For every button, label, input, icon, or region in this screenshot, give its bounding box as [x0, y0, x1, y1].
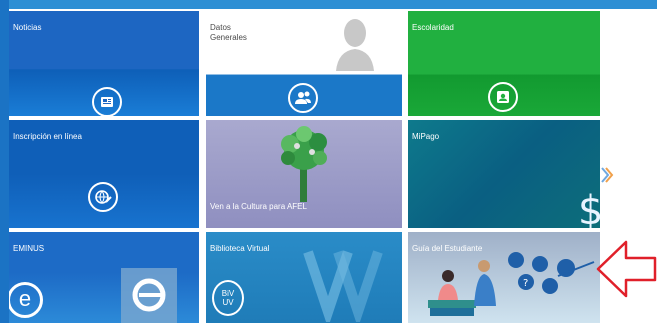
tile-mipago[interactable]: MiPago $: [408, 120, 600, 228]
tile-title: Biblioteca Virtual: [210, 244, 270, 253]
eminus-e-icon: e: [9, 282, 43, 318]
dollar-icon: $: [578, 188, 600, 228]
users-icon: [288, 83, 318, 113]
contact-card-icon: [488, 82, 518, 112]
newspaper-icon: [92, 87, 122, 116]
tile-inscripcion[interactable]: Inscripción en línea: [9, 120, 199, 228]
top-bar: [0, 0, 657, 9]
uv-logo-icon: [303, 250, 383, 322]
tile-biblioteca-virtual[interactable]: Biblioteca Virtual BiV UV: [206, 232, 402, 323]
tile-title: EMINUS: [13, 244, 45, 253]
chevron-right-icon[interactable]: [600, 166, 614, 184]
tile-guia-estudiante[interactable]: Guía del Estudiante ?: [408, 232, 600, 323]
tile-datos-generales[interactable]: Datos Generales: [206, 11, 402, 116]
globe-pencil-icon: [88, 182, 118, 212]
red-arrow-annotation: [596, 240, 657, 298]
tile-eminus[interactable]: EMINUS e: [9, 232, 199, 323]
tile-title: Datos Generales: [210, 23, 247, 42]
tile-cultura-afel[interactable]: Ven a la Cultura para AFEL: [206, 120, 402, 228]
biv-uv-logo: BiV UV: [212, 280, 244, 316]
tree-illustration: [281, 126, 327, 202]
svg-text:?: ?: [523, 278, 528, 289]
tile-title: Ven a la Cultura para AFEL: [210, 202, 307, 211]
tile-title: MiPago: [412, 132, 440, 141]
eminus-logo-icon: [121, 268, 177, 323]
tile-title: Escolaridad: [412, 23, 454, 32]
svg-text:$: $: [578, 188, 600, 228]
students-illustration: ?: [428, 252, 595, 316]
avatar-placeholder-icon: [336, 19, 374, 71]
tile-title: Inscripción en línea: [13, 132, 82, 141]
left-bar: [0, 0, 9, 323]
tile-noticias[interactable]: Noticias: [9, 11, 199, 116]
tile-escolaridad[interactable]: Escolaridad: [408, 11, 600, 116]
tile-title: Noticias: [13, 23, 42, 32]
